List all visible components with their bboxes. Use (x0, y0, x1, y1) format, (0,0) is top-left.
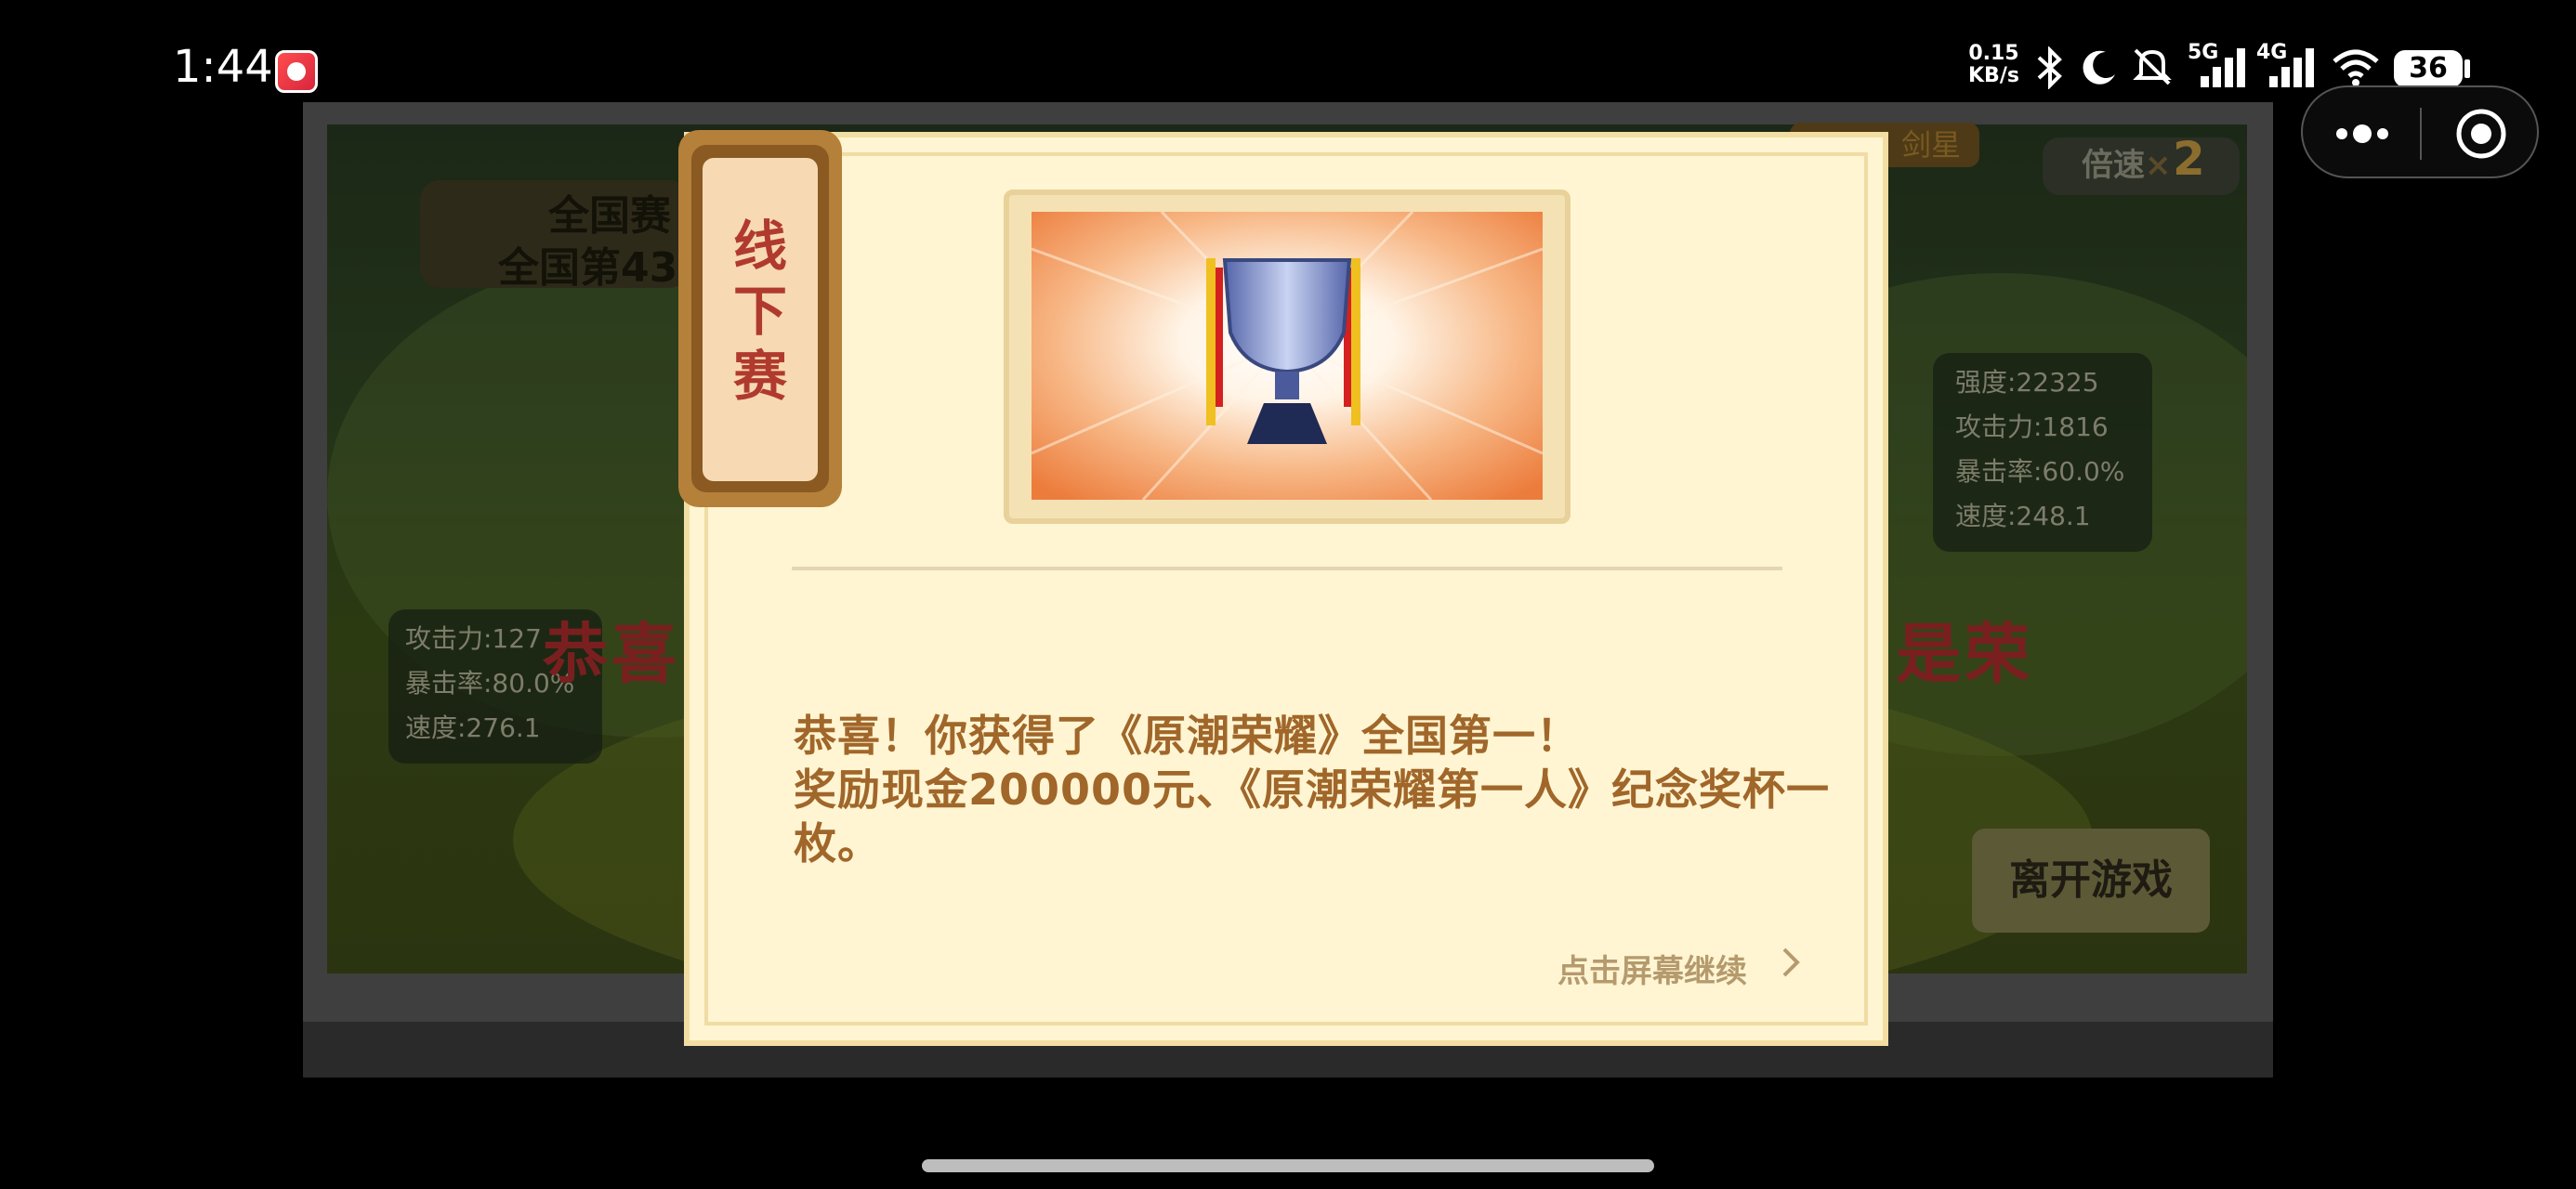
signal-4g-icon (2266, 46, 2318, 87)
message-line-3: 枚。 (794, 818, 881, 869)
target-close-icon[interactable] (2453, 106, 2509, 162)
bluetooth-icon (2037, 46, 2062, 89)
speed-label: 倍速× (2082, 147, 2172, 184)
continue-hint[interactable]: 点击屏幕继续 (1557, 946, 1747, 991)
bg-title: 全国赛 (548, 192, 671, 240)
trophy-image (1032, 212, 1543, 500)
chevron-right-icon (1782, 947, 1800, 977)
more-dots-icon[interactable] (2336, 123, 2392, 145)
signal-5g-icon (2197, 46, 2249, 87)
moon-icon (2083, 50, 2115, 85)
bg-red-text-left: 恭喜 (543, 616, 680, 692)
net-speed-unit: KB/s (1968, 64, 2019, 87)
modal-divider (792, 567, 1782, 570)
status-time: 1:44 (173, 41, 273, 93)
wifi-icon (2333, 49, 2379, 86)
mute-icon (2133, 48, 2172, 85)
capsule-menu (2301, 85, 2539, 178)
net-speed: 0.15 KB/s (1968, 43, 2019, 87)
bg-right-stats: 强度:22325 攻击力:1816 暴击率:60.0% 速度:248.1 (1955, 367, 2125, 531)
message-line-1: 恭喜！你获得了《原潮荣耀》全国第一！ (794, 711, 1580, 761)
battery-nub (2464, 59, 2470, 78)
tab-tag-label: 线 下 赛 (732, 215, 787, 408)
app-notification-icon (275, 50, 318, 93)
net-speed-value: 0.15 (1968, 42, 2019, 65)
battery-icon: 36 (2394, 50, 2463, 87)
bg-subtitle: 全国第43 (498, 244, 678, 292)
speed-value: 2 (2173, 132, 2205, 186)
bg-red-text-right: 是荣 (1896, 616, 2033, 692)
trophy-icon (1032, 212, 1543, 500)
home-indicator[interactable] (922, 1159, 1654, 1172)
message-line-2: 奖励现金200000元、《原潮荣耀第一人》纪念奖杯一 (794, 764, 1831, 815)
capsule-divider (2420, 108, 2422, 160)
leave-game-button[interactable]: 离开游戏 (1972, 829, 2210, 933)
